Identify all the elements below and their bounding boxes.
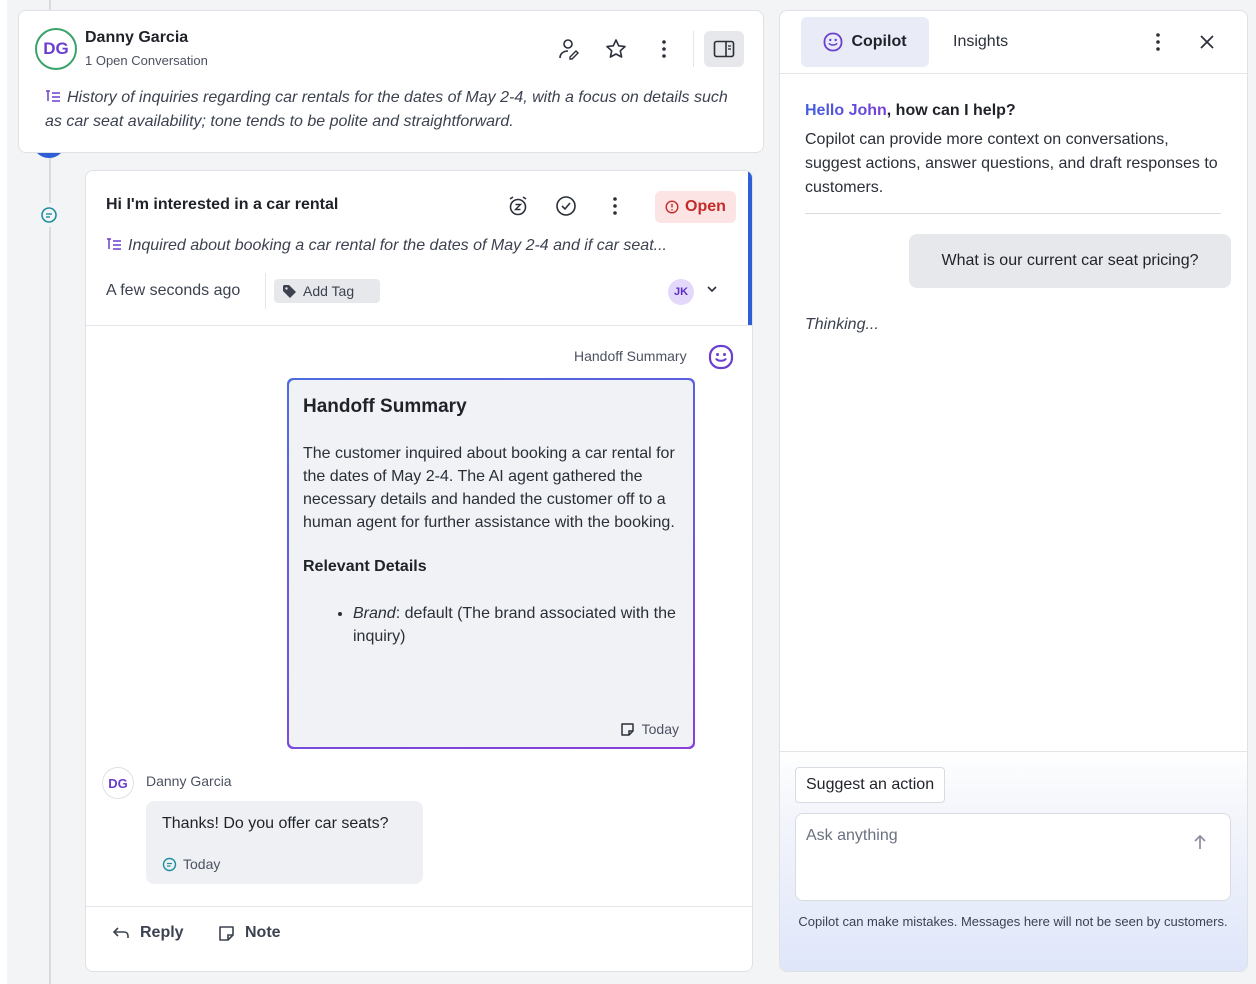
chevron-down-icon[interactable]: [706, 285, 718, 293]
ask-box[interactable]: [795, 813, 1231, 901]
handoff-label: Handoff Summary: [574, 348, 687, 364]
snooze-icon[interactable]: [504, 192, 532, 220]
tab-copilot-label: Copilot: [851, 33, 907, 50]
greeting-rest: , how can I help?: [886, 102, 1016, 119]
message-author: Danny Garcia: [146, 773, 232, 789]
divider: [265, 273, 266, 309]
list-summary-icon: [106, 237, 122, 256]
more-icon[interactable]: [601, 192, 629, 220]
status-text: Open: [685, 198, 726, 215]
star-icon[interactable]: [602, 35, 630, 63]
left-edge: [0, 0, 7, 984]
thinking-indicator: Thinking...: [805, 316, 879, 333]
handoff-date: Today: [620, 721, 679, 737]
assignee-avatar[interactable]: JK: [668, 279, 694, 305]
panel-toggle-icon[interactable]: [704, 31, 744, 67]
status-badge[interactable]: Open: [655, 191, 736, 223]
divider: [780, 73, 1247, 74]
copilot-intro: Copilot can provide more context on conv…: [805, 131, 1218, 196]
add-tag-button[interactable]: Add Tag: [274, 279, 381, 303]
detail-key: Brand: [353, 605, 396, 622]
divider: [86, 325, 752, 326]
more-icon[interactable]: [650, 35, 678, 63]
greeting-name: Hello John: [805, 102, 887, 119]
contact-card: DG Danny Garcia 1 Open Conversation Hist…: [18, 10, 764, 153]
message-bubble: Thanks! Do you offer car seats? Today: [146, 801, 423, 884]
greeting: Hello John, how can I help?: [805, 102, 1016, 120]
avatar: DG: [102, 767, 134, 799]
handoff-summary-card: Handoff Summary The customer inquired ab…: [287, 378, 695, 749]
list-summary-icon: [45, 87, 61, 110]
check-circle-icon[interactable]: [552, 192, 580, 220]
handoff-body: The customer inquired about booking a ca…: [303, 445, 675, 531]
tab-insights[interactable]: Insights: [953, 33, 1008, 51]
note-icon: [620, 722, 635, 737]
user-message-bubble: What is our current car seat pricing?: [909, 234, 1231, 288]
reply-icon: [112, 926, 130, 940]
contact-subtitle: 1 Open Conversation: [85, 53, 208, 68]
note-button[interactable]: Note: [218, 924, 281, 942]
contact-name[interactable]: Danny Garcia: [85, 29, 188, 47]
tag-icon: [282, 284, 297, 299]
clock-alert-icon: [665, 200, 679, 214]
handoff-date-text: Today: [641, 721, 679, 737]
message-text: Thanks! Do you offer car seats?: [162, 815, 389, 832]
handoff-details-title: Relevant Details: [303, 558, 427, 575]
send-icon[interactable]: [1188, 830, 1212, 854]
close-icon[interactable]: [1193, 28, 1221, 56]
divider: [780, 751, 1247, 752]
list-item: Brand: default (The brand associated wit…: [353, 602, 679, 648]
chat-icon[interactable]: [37, 203, 61, 227]
suggest-action-button[interactable]: Suggest an action: [795, 767, 946, 803]
note-icon: [218, 925, 235, 942]
note-label: Note: [245, 924, 281, 941]
conversation-summary-text: Inquired about booking a car rental for …: [128, 237, 667, 254]
ask-input[interactable]: [806, 824, 1166, 848]
avatar: DG: [35, 28, 77, 70]
copilot-icon: [708, 344, 734, 370]
handoff-details-list: Brand: default (The brand associated wit…: [303, 602, 679, 648]
add-tag-label: Add Tag: [303, 283, 355, 299]
assign-icon[interactable]: [554, 35, 582, 63]
conversation-time: A few seconds ago: [106, 282, 241, 299]
reply-button[interactable]: Reply: [112, 924, 184, 942]
divider: [86, 906, 752, 907]
contact-summary: History of inquiries regarding car renta…: [45, 86, 745, 133]
copilot-panel: Copilot Insights Hello John, how can I h…: [779, 10, 1248, 972]
handoff-title: Handoff Summary: [303, 396, 467, 417]
disclaimer: Copilot can make mistakes. Messages here…: [798, 914, 1228, 929]
message-date: Today: [162, 856, 220, 872]
conversation-summary: Inquired about booking a car rental for …: [106, 237, 742, 256]
detail-value: : default (The brand associated with the…: [353, 605, 676, 645]
reply-label: Reply: [140, 924, 184, 941]
message-date-text: Today: [183, 856, 221, 872]
divider: [693, 31, 694, 67]
conversation-title[interactable]: Hi I'm interested in a car rental: [106, 196, 338, 214]
more-icon[interactable]: [1144, 28, 1172, 56]
copilot-icon: [823, 32, 843, 52]
conversation-card: Hi I'm interested in a car rental Open I…: [85, 170, 753, 972]
divider: [805, 213, 1221, 214]
active-indicator: [748, 171, 752, 326]
contact-summary-text: History of inquiries regarding car renta…: [45, 89, 728, 130]
chat-icon: [162, 857, 177, 872]
tab-copilot[interactable]: Copilot: [801, 17, 929, 67]
